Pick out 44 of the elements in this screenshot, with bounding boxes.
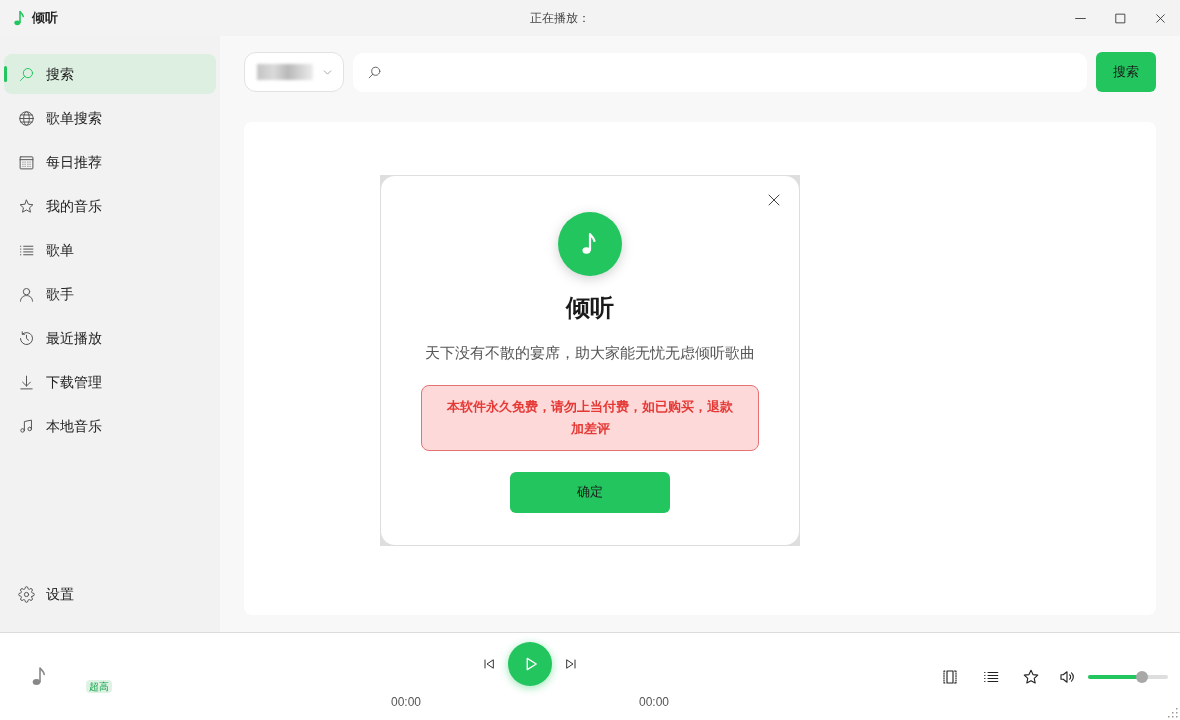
sidebar-item[interactable]: 我的音乐: [4, 186, 216, 226]
music-notes-icon: [18, 417, 35, 435]
close-icon[interactable]: [768, 193, 780, 206]
quality-badge: 超高: [86, 680, 112, 693]
close-icon[interactable]: [1153, 11, 1167, 25]
download-icon: [18, 373, 35, 391]
sidebar-item[interactable]: 本地音乐: [4, 406, 216, 446]
total-time: 00:00: [638, 694, 669, 710]
redacted-block: [257, 64, 313, 80]
sidebar-item[interactable]: 最近播放: [4, 318, 216, 358]
history-icon: [18, 329, 35, 347]
sidebar-item[interactable]: 歌手: [4, 274, 216, 314]
frame-icon[interactable]: [941, 667, 959, 686]
current-time: 00:00: [391, 694, 422, 710]
confirm-button[interactable]: 确定: [510, 471, 670, 513]
search-icon: [18, 65, 35, 83]
selection-marker-icon: [4, 66, 7, 82]
sidebar-item[interactable]: 每日推荐: [4, 142, 216, 182]
app-title: 倾听: [32, 9, 58, 28]
globe-icon: [18, 109, 35, 127]
search-field[interactable]: [353, 52, 1087, 92]
resize-grip-icon[interactable]: [1168, 708, 1178, 718]
dialog-message: 天下没有不散的宴席，助大家能无忧无虑倾听歌曲: [425, 342, 755, 363]
search-icon: [367, 64, 382, 80]
sidebar-item[interactable]: 下载管理: [4, 362, 216, 402]
warning-notice: 本软件永久免费，请勿上当付费，如已购买，退款加差评: [421, 384, 759, 451]
sidebar-item[interactable]: 歌单搜索: [4, 98, 216, 138]
sidebar-item[interactable]: 搜索: [4, 54, 216, 94]
calendar-icon: [18, 153, 35, 171]
settings-icon: [18, 585, 35, 603]
music-note-icon: [32, 666, 46, 686]
dialog-title: 倾听: [566, 293, 614, 322]
search-button[interactable]: 搜索: [1096, 52, 1156, 92]
music-note-icon: [14, 10, 24, 26]
star-icon[interactable]: [1022, 667, 1040, 686]
music-note-icon: [558, 211, 622, 276]
person-icon: [18, 285, 35, 303]
play-button[interactable]: [508, 642, 552, 686]
sidebar-item[interactable]: 歌单: [4, 230, 216, 270]
settings-item[interactable]: 设置: [4, 574, 216, 614]
star-icon: [18, 197, 35, 215]
volume-thumb[interactable]: [1136, 670, 1149, 683]
maximize-icon[interactable]: [1113, 11, 1127, 25]
now-playing-label: 正在播放：: [530, 10, 590, 27]
